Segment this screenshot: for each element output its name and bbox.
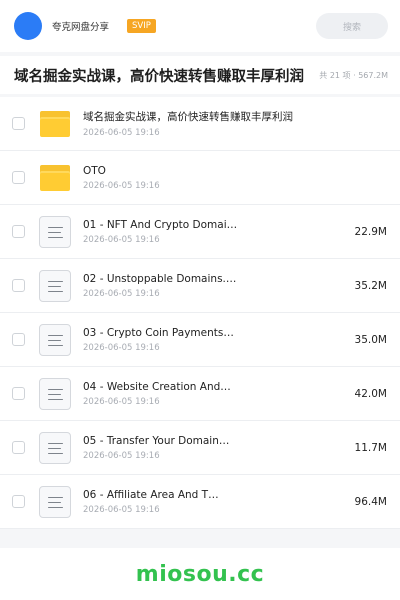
row-checkbox[interactable]	[12, 495, 25, 508]
watermark: miosou.cc	[135, 561, 265, 587]
footer: miosou.cc	[0, 548, 400, 600]
file-date: 2026-06-05 19:16	[83, 288, 160, 299]
folder-icon	[39, 108, 71, 140]
file-row[interactable]: 05 - Transfer Your Domain… 2026-06-05 19…	[0, 421, 400, 475]
file-size: 22.9M	[354, 225, 387, 238]
file-row[interactable]: OTO 2026-06-05 19:16	[0, 151, 400, 205]
svip-badge: SVIP	[127, 19, 156, 33]
file-name: 域名掘金实战课，高价快速转售赚取丰厚利润	[83, 111, 293, 123]
file-row[interactable]: 03 - Crypto Coin Payments… 2026-06-05 19…	[0, 313, 400, 367]
file-name: 01 - NFT And Crypto Domai…	[83, 218, 238, 231]
file-row[interactable]: 04 - Website Creation And… 2026-06-05 19…	[0, 367, 400, 421]
file-date: 2026-06-05 19:16	[83, 342, 160, 353]
file-size: 35.0M	[354, 333, 387, 346]
file-date: 2026-06-05 19:16	[83, 234, 160, 245]
document-icon	[39, 323, 71, 356]
file-date: 2026-06-05 19:16	[83, 504, 160, 515]
folder-icon	[39, 162, 71, 194]
file-size: 35.2M	[354, 279, 387, 292]
row-checkbox[interactable]	[12, 387, 25, 400]
app-header: 夸克网盘分享 SVIP 搜索	[0, 0, 400, 52]
folder-title-bar: 域名掘金实战课，高价快速转售赚取丰厚利润 共 21 项 · 567.2M	[0, 56, 400, 94]
avatar[interactable]	[14, 12, 42, 40]
document-icon	[39, 431, 71, 464]
file-size: 11.7M	[354, 441, 387, 454]
file-size: 96.4M	[354, 495, 387, 508]
row-checkbox[interactable]	[12, 441, 25, 454]
file-size: 42.0M	[354, 387, 387, 400]
file-row[interactable]: 域名掘金实战课，高价快速转售赚取丰厚利润 2026-06-05 19:16	[0, 97, 400, 151]
row-checkbox[interactable]	[12, 225, 25, 238]
file-name: 04 - Website Creation And…	[83, 380, 231, 393]
file-date: 2026-06-05 19:16	[83, 396, 160, 407]
file-list: 域名掘金实战课，高价快速转售赚取丰厚利润 2026-06-05 19:16 OT…	[0, 97, 400, 529]
row-checkbox[interactable]	[12, 171, 25, 184]
document-icon	[39, 377, 71, 410]
row-checkbox[interactable]	[12, 279, 25, 292]
document-icon	[39, 269, 71, 302]
file-name: 02 - Unstoppable Domains.…	[83, 272, 237, 285]
document-icon	[39, 485, 71, 518]
file-date: 2026-06-05 19:16	[83, 128, 160, 138]
file-name: 03 - Crypto Coin Payments…	[83, 326, 234, 339]
file-row[interactable]: 01 - NFT And Crypto Domai… 2026-06-05 19…	[0, 205, 400, 259]
document-icon	[39, 215, 71, 248]
row-checkbox[interactable]	[12, 117, 25, 130]
folder-title: 域名掘金实战课，高价快速转售赚取丰厚利润	[14, 68, 304, 85]
folder-summary: 共 21 项 · 567.2M	[319, 70, 388, 80]
app-name: 夸克网盘分享	[52, 22, 110, 33]
file-name: 06 - Affiliate Area And T…	[83, 488, 219, 501]
row-checkbox[interactable]	[12, 333, 25, 346]
file-name: OTO	[83, 164, 106, 177]
file-name: 05 - Transfer Your Domain…	[83, 434, 230, 447]
search-button[interactable]: 搜索	[316, 13, 388, 39]
file-date: 2026-06-05 19:16	[83, 180, 160, 191]
file-date: 2026-06-05 19:16	[83, 450, 160, 461]
file-row[interactable]: 06 - Affiliate Area And T… 2026-06-05 19…	[0, 475, 400, 529]
file-row[interactable]: 02 - Unstoppable Domains.… 2026-06-05 19…	[0, 259, 400, 313]
